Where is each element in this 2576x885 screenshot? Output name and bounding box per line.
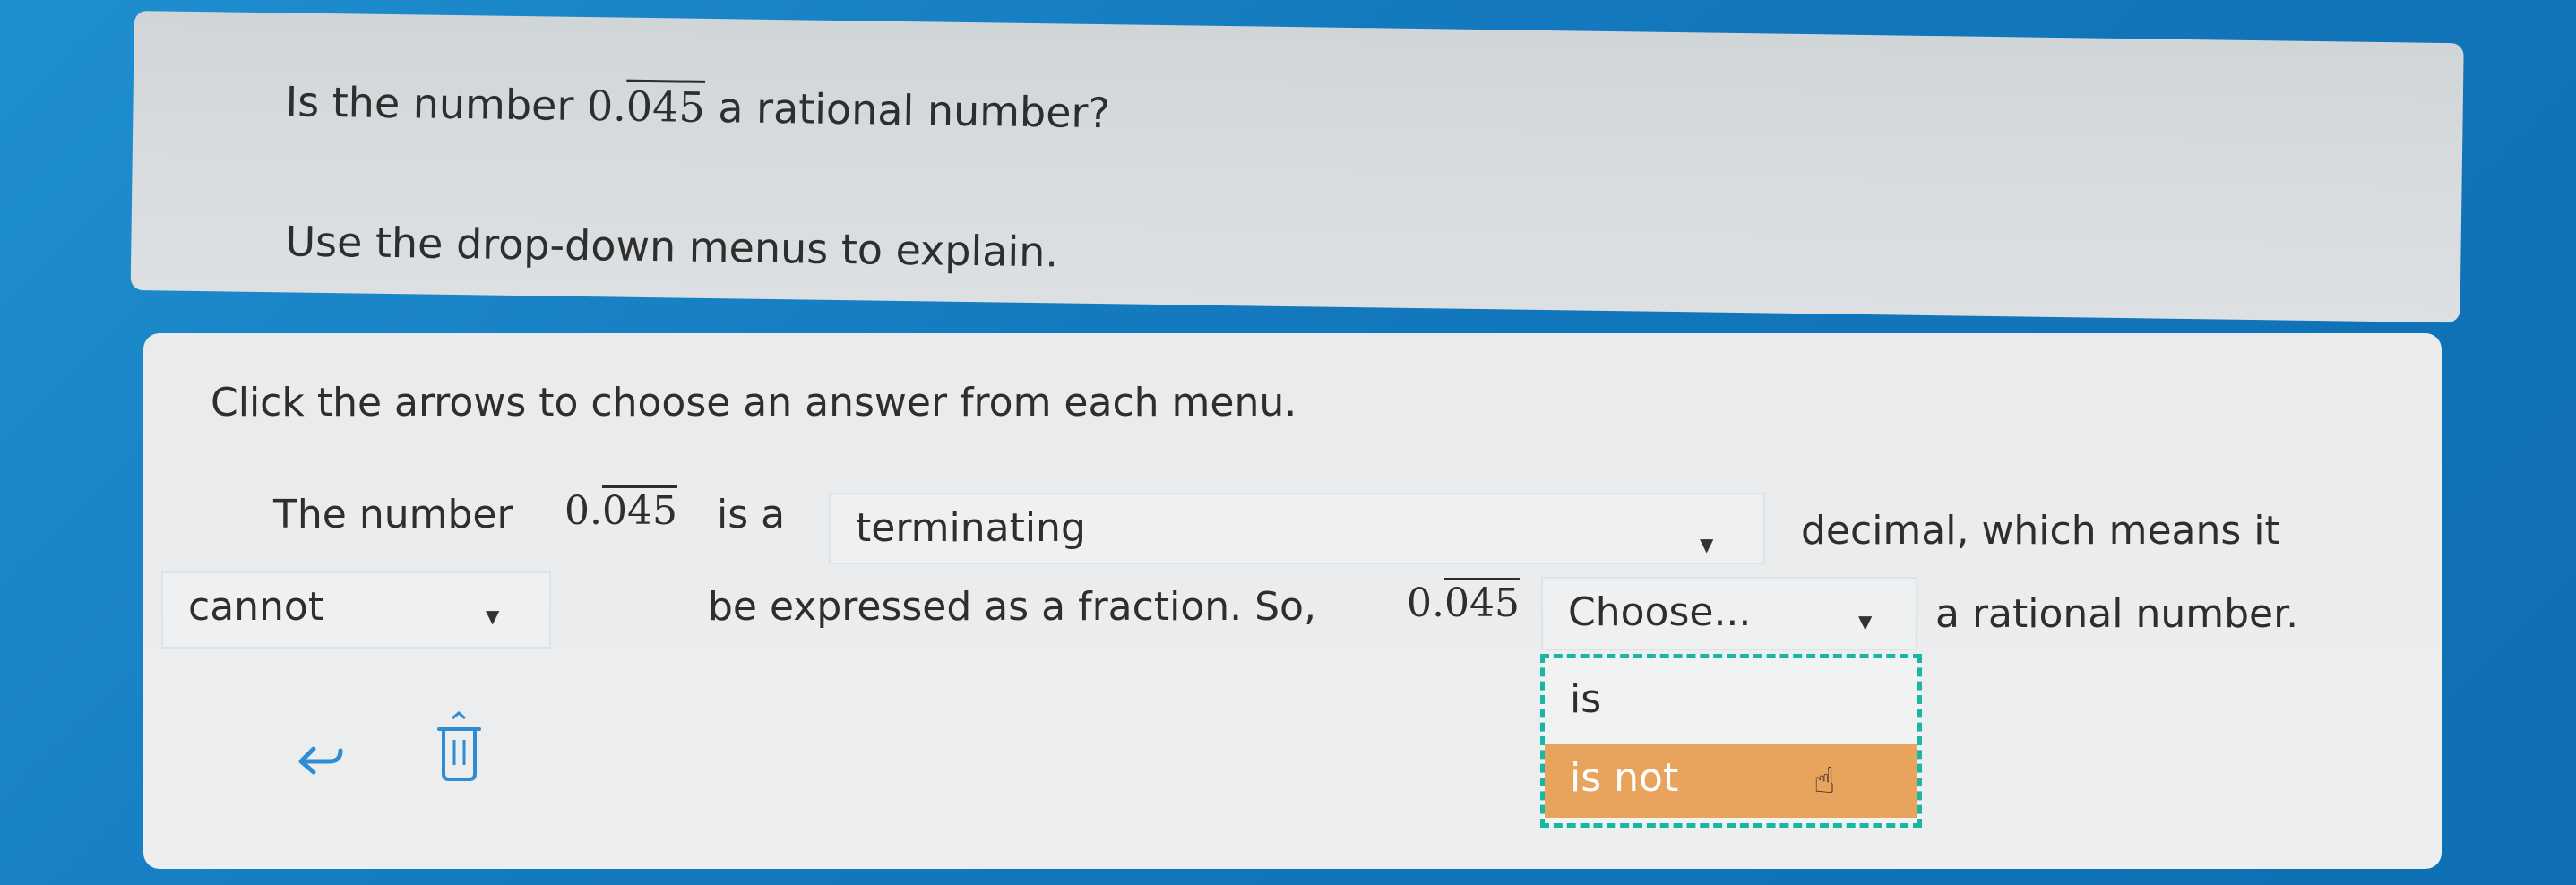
is-isnot-dropdown[interactable]: Choose... ▼ [1541,577,1917,650]
dropdown-value: cannot [188,584,324,630]
undo-button[interactable] [287,727,349,781]
can-cannot-dropdown[interactable]: cannot ▼ [161,571,551,649]
dropdown-value: terminating [856,505,1086,551]
caret-down-icon: ▼ [486,606,500,627]
clear-button[interactable] [435,711,484,783]
question-suffix: a rational number? [717,83,1111,138]
sentence2-text: be expressed as a fraction. So, [708,584,1316,630]
repeating-decimal: 0.045 [1407,580,1520,626]
option-label: is [1570,676,1602,722]
repeating-decimal: 0.045 [564,488,677,534]
decimal-int: 0. [586,82,627,131]
answer-card: Click the arrows to choose an answer fro… [143,333,2442,869]
decimal-int: 0. [1407,580,1444,626]
question-card: Is the number 0.045 a rational number? U… [130,11,2464,323]
menu-option-is[interactable]: is [1545,666,1917,739]
menu-option-is-not[interactable]: is not ☝ [1545,744,1917,818]
sentence2-end: a rational number. [1935,591,2299,637]
decimal-repeat: 045 [1443,580,1520,626]
answer-instruction: Click the arrows to choose an answer fro… [211,380,1297,425]
dropdown-menu: is is not ☝ [1540,654,1922,828]
option-label: is not [1570,755,1679,801]
dropdown-value: Choose... [1568,589,1752,635]
repeating-decimal: 0.045 [587,82,705,132]
question-instruction: Use the drop-down menus to explain. [285,217,1059,277]
decimal-repeat: 045 [601,488,677,534]
sentence1-after: decimal, which means it [1801,508,2280,554]
decimal-repeat: 045 [625,82,706,132]
decimal-int: 0. [564,488,602,534]
question-prefix: Is the number [285,77,574,130]
caret-down-icon: ▼ [1700,534,1714,555]
trash-icon [437,711,481,781]
caret-down-icon: ▼ [1858,611,1873,632]
sentence1-is-a: is a [717,492,786,537]
sentence1-prefix: The number [273,492,513,537]
question-text: Is the number 0.045 a rational number? [285,77,1110,137]
decimal-type-dropdown[interactable]: terminating ▼ [829,493,1765,564]
undo-icon [298,746,343,775]
hand-pointer-icon: ☝ [1814,760,1836,802]
